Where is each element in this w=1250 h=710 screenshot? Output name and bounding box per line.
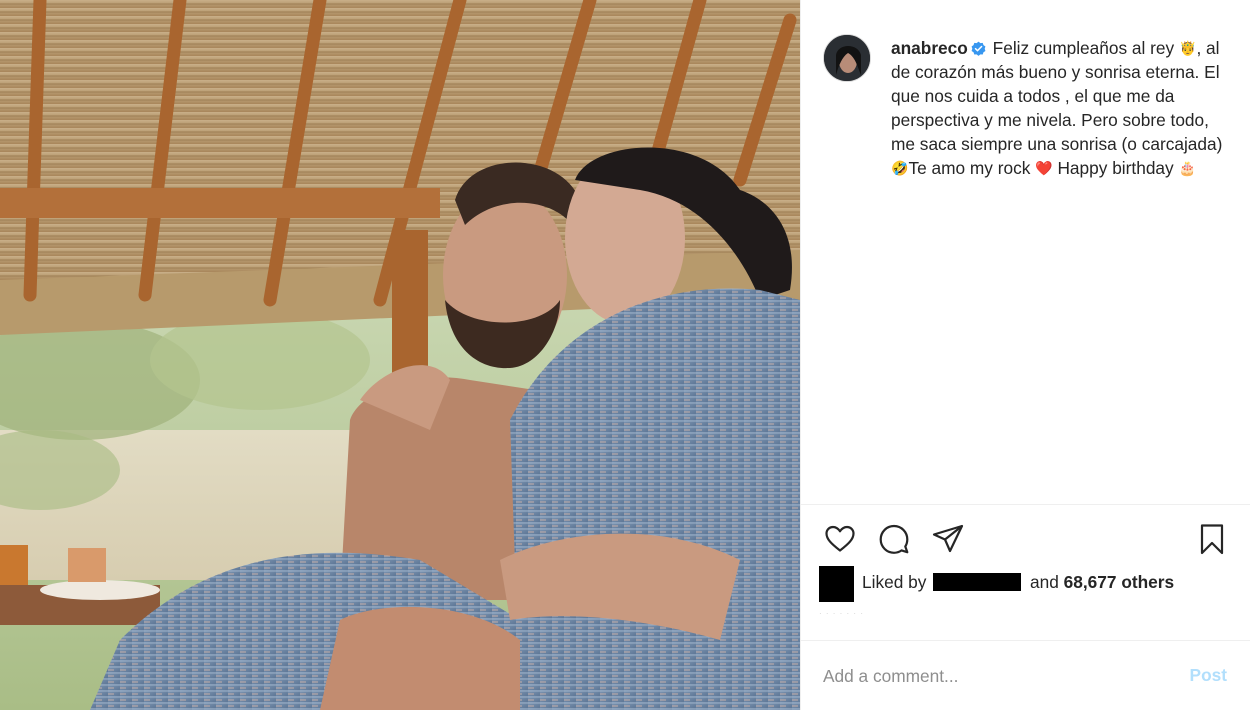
save-button[interactable] bbox=[1195, 522, 1229, 556]
post-side-panel: anabreco Feliz cumpleaños al rey 🤴, al d… bbox=[800, 0, 1250, 710]
cake-emoji-icon: 🎂 bbox=[1178, 160, 1196, 176]
liker-avatar-redacted bbox=[819, 566, 854, 602]
share-button[interactable] bbox=[931, 522, 965, 556]
timestamp-faint: · · · · · · · bbox=[819, 609, 864, 618]
comment-input[interactable] bbox=[823, 661, 1163, 691]
likes-summary: Liked by and 68,677 others bbox=[819, 566, 1239, 602]
profile-picture-icon bbox=[824, 35, 870, 81]
crown-emoji-icon: 🤴 bbox=[1179, 40, 1197, 56]
heart-outline-icon bbox=[825, 525, 855, 552]
caption-text-3: Te amo my rock bbox=[908, 158, 1036, 178]
laughing-emoji-icon: 🤣 bbox=[891, 160, 909, 176]
caption-text-1: Feliz cumpleaños al rey bbox=[992, 38, 1179, 58]
bookmark-icon bbox=[1200, 524, 1224, 555]
liked-by-label: Liked by bbox=[862, 572, 927, 592]
post-actions: Liked by and 68,677 others · · · · · · · bbox=[801, 505, 1250, 640]
post-photo[interactable] bbox=[0, 0, 800, 710]
post-comment-button[interactable]: Post bbox=[1190, 665, 1227, 686]
red-heart-emoji-icon: ❤️ bbox=[1035, 160, 1053, 176]
caption-text-4: Happy birthday bbox=[1052, 158, 1179, 178]
likes-text: Liked by and 68,677 others bbox=[862, 570, 1174, 594]
like-button[interactable] bbox=[823, 522, 857, 556]
verified-badge-icon bbox=[971, 41, 986, 56]
couple-photo-illustration bbox=[0, 0, 800, 710]
likes-count-link[interactable]: 68,677 others bbox=[1064, 572, 1174, 592]
username-link[interactable]: anabreco bbox=[891, 38, 968, 58]
paper-plane-icon bbox=[932, 524, 964, 553]
comment-section: Post bbox=[801, 640, 1250, 710]
caption-section: anabreco Feliz cumpleaños al rey 🤴, al d… bbox=[801, 0, 1250, 505]
likes-and-label: and bbox=[1030, 572, 1059, 592]
comment-button[interactable] bbox=[877, 522, 911, 556]
liker-name-redacted[interactable] bbox=[933, 573, 1022, 591]
avatar[interactable] bbox=[823, 34, 871, 82]
post-caption: anabreco Feliz cumpleaños al rey 🤴, al d… bbox=[891, 36, 1231, 180]
speech-bubble-icon bbox=[879, 524, 909, 554]
